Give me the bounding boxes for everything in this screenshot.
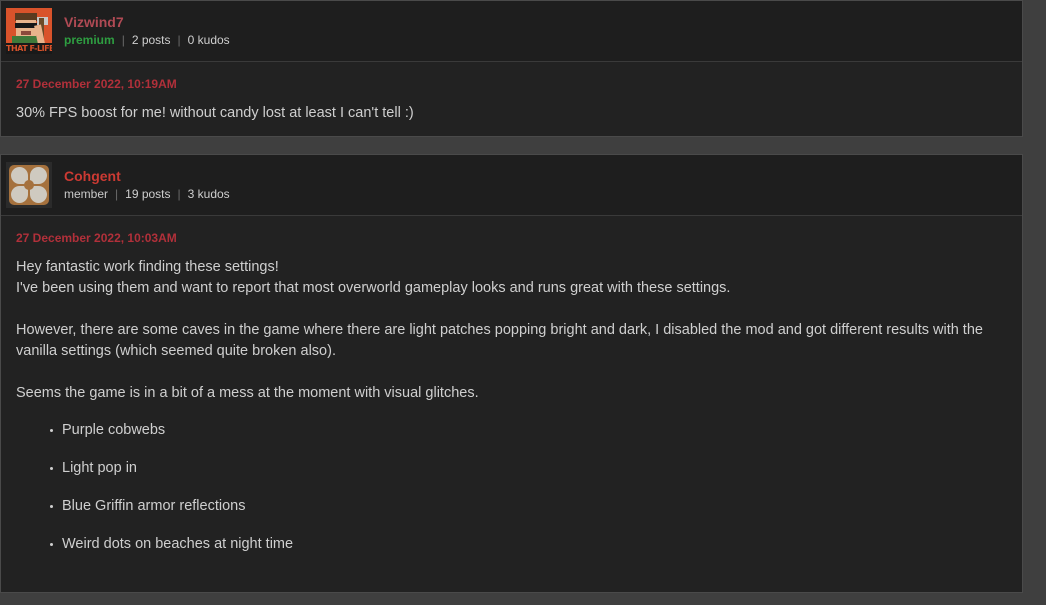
forum-post: THAT F-LIFE Vizwind7 premium | 2 posts |… <box>0 0 1023 138</box>
paragraph: Seems the game is in a bit of a mess at … <box>16 385 479 402</box>
post-timestamp: 27 December 2022, 10:19AM <box>16 77 177 91</box>
list-item: Purple cobwebs <box>50 420 1007 441</box>
paragraph: Hey fantastic work finding these setting… <box>16 259 279 276</box>
post-header: THAT F-LIFE Vizwind7 premium | 2 posts |… <box>1 1 1022 62</box>
post-content: 30% FPS boost for me! without candy lost… <box>16 103 1007 124</box>
post-count: 19 posts <box>125 187 171 202</box>
meta-separator: | <box>177 187 181 202</box>
list-item: Blue Griffin armor reflections <box>50 496 1007 517</box>
post-body: 27 December 2022, 10:03AM Hey fantastic … <box>1 216 1022 593</box>
avatar-caption: THAT F-LIFE <box>6 43 52 54</box>
user-meta: Vizwind7 premium | 2 posts | 0 kudos <box>64 14 230 49</box>
avatar[interactable]: THAT F-LIFE <box>6 8 52 54</box>
paragraph: 30% FPS boost for me! without candy lost… <box>16 105 414 121</box>
pinwheel-petal-icon <box>30 186 47 204</box>
user-stats: premium | 2 posts | 0 kudos <box>64 33 230 48</box>
forum-post: Cohgent member | 19 posts | 3 kudos 27 D… <box>0 154 1023 594</box>
list-item: Light pop in <box>50 458 1007 479</box>
kudos-count: 3 kudos <box>187 187 230 202</box>
glitch-list: Purple cobwebs Light pop in Blue Griffin… <box>16 420 1007 555</box>
post-timestamp: 27 December 2022, 10:03AM <box>16 231 177 246</box>
username-link[interactable]: Vizwind7 <box>64 14 230 32</box>
meta-separator: | <box>177 33 181 48</box>
forum-thread-page: THAT F-LIFE Vizwind7 premium | 2 posts |… <box>0 0 1046 605</box>
paragraph: I've been using them and want to report … <box>16 280 731 297</box>
kudos-count: 0 kudos <box>187 33 230 48</box>
post-body: 27 December 2022, 10:19AM 30% FPS boost … <box>1 62 1022 137</box>
list-item: Weird dots on beaches at night time <box>50 534 1007 555</box>
paragraph: However, there are some caves in the gam… <box>16 322 983 360</box>
pinwheel-center-icon <box>24 180 34 191</box>
user-rank: member <box>64 187 109 202</box>
user-rank: premium <box>64 33 115 48</box>
meta-separator: | <box>115 187 119 202</box>
username-link[interactable]: Cohgent <box>64 168 230 186</box>
user-meta: Cohgent member | 19 posts | 3 kudos <box>64 168 230 203</box>
post-header: Cohgent member | 19 posts | 3 kudos <box>1 155 1022 217</box>
post-count: 2 posts <box>131 33 171 48</box>
mouth-icon <box>21 31 31 35</box>
user-stats: member | 19 posts | 3 kudos <box>64 187 230 202</box>
post-content: Hey fantastic work finding these setting… <box>16 257 1007 555</box>
avatar[interactable] <box>6 162 52 209</box>
meta-separator: | <box>121 33 125 48</box>
